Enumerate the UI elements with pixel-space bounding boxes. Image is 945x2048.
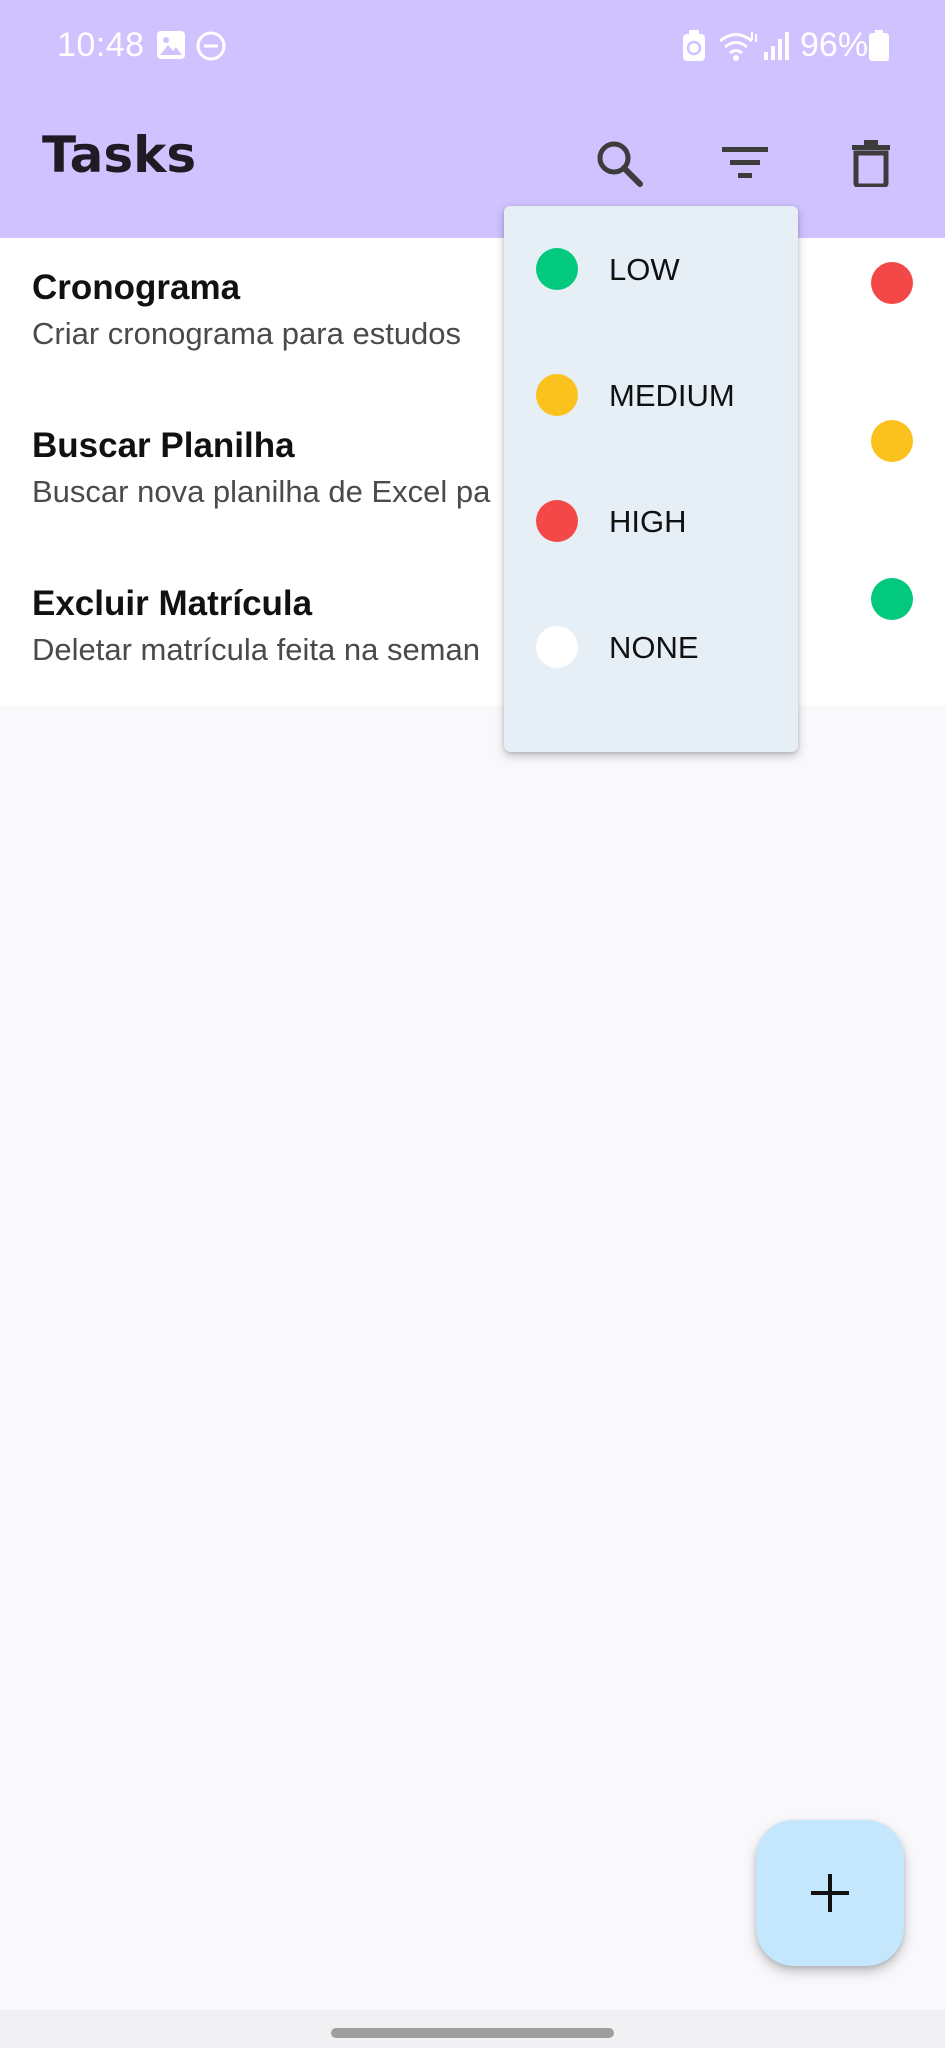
menu-item-label: MEDIUM	[609, 378, 735, 413]
priority-low-icon	[536, 248, 578, 290]
search-button[interactable]	[584, 128, 654, 198]
priority-high-icon	[536, 500, 578, 542]
task-row[interactable]: Cronograma Criar cronograma para estudos	[0, 238, 945, 396]
image-icon	[156, 30, 186, 65]
battery-saver-icon	[681, 30, 707, 67]
app-bar: Tasks	[0, 100, 945, 238]
home-gesture-handle[interactable]	[331, 2028, 614, 2038]
wifi-icon	[718, 30, 758, 67]
priority-medium-icon	[536, 374, 578, 416]
delete-button[interactable]	[836, 128, 906, 198]
task-title: Buscar Planilha	[32, 426, 295, 465]
task-title: Excluir Matrícula	[32, 584, 313, 623]
task-list: Cronograma Criar cronograma para estudos…	[0, 238, 945, 706]
add-task-button[interactable]	[756, 1820, 904, 1966]
priority-indicator	[871, 578, 913, 620]
priority-indicator	[871, 420, 913, 462]
task-description: Buscar nova planilha de Excel pa	[32, 474, 491, 509]
battery-percentage: 96%	[800, 26, 869, 64]
menu-item-medium[interactable]: MEDIUM	[504, 332, 798, 458]
menu-item-none[interactable]: NONE	[504, 584, 798, 710]
task-title: Cronograma	[32, 268, 241, 307]
menu-item-label: NONE	[609, 630, 699, 665]
menu-item-low[interactable]: LOW	[504, 206, 798, 332]
priority-filter-menu: LOW MEDIUM HIGH NONE	[504, 206, 798, 752]
delete-icon	[852, 140, 890, 187]
plus-icon	[811, 1874, 849, 1912]
battery-icon	[869, 30, 889, 67]
search-icon	[597, 141, 643, 187]
status-bar: 10:48 96%	[0, 0, 945, 100]
task-description: Deletar matrícula feita na seman	[32, 632, 480, 667]
menu-item-label: LOW	[609, 252, 680, 287]
status-time: 10:48	[57, 26, 145, 64]
signal-icon	[762, 30, 792, 67]
navigation-bar	[0, 2010, 945, 2048]
task-row[interactable]: Excluir Matrícula Deletar matrícula feit…	[0, 554, 945, 712]
menu-item-high[interactable]: HIGH	[504, 458, 798, 584]
do-not-disturb-icon	[195, 30, 227, 67]
filter-icon	[722, 147, 768, 178]
page-title: Tasks	[42, 126, 197, 184]
priority-none-icon	[536, 626, 578, 668]
task-row[interactable]: Buscar Planilha Buscar nova planilha de …	[0, 396, 945, 554]
priority-indicator	[871, 262, 913, 304]
menu-item-label: HIGH	[609, 504, 687, 539]
task-description: Criar cronograma para estudos	[32, 316, 462, 351]
filter-button[interactable]	[710, 128, 780, 198]
